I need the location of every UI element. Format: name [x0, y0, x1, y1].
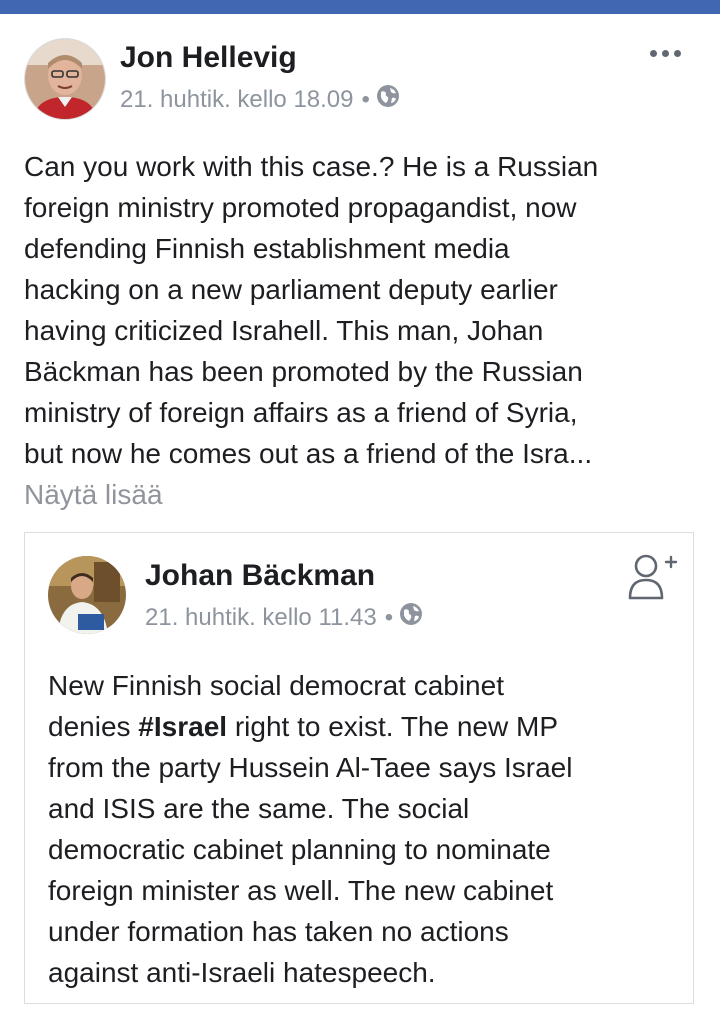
post-text-line: Can you work with this case.? He is a Ru…: [24, 151, 599, 182]
meta-separator: •: [384, 604, 394, 631]
shared-post-timestamp[interactable]: 21. huhtik. kello 11.43: [145, 603, 377, 633]
shared-author-name[interactable]: Johan Bäckman: [145, 558, 375, 594]
post-timestamp[interactable]: 21. huhtik. kello 18.09: [120, 85, 354, 115]
shared-text-line: democratic cabinet planning to nominate: [48, 834, 551, 865]
post-text-line: ministry of foreign affairs as a friend …: [24, 397, 578, 428]
shared-text-line: denies #Israel right to exist. The new M…: [48, 706, 572, 747]
globe-icon: [376, 84, 400, 116]
post-text-line: having criticized Israhell. This man, Jo…: [24, 315, 544, 346]
shared-post-meta: 21. huhtik. kello 11.43 •: [145, 602, 423, 634]
post-text-line: hacking on a new parliament deputy earli…: [24, 274, 558, 305]
post-text-line: foreign ministry promoted propagandist, …: [24, 192, 577, 223]
hashtag-link[interactable]: #Israel: [138, 711, 227, 742]
post-meta: 21. huhtik. kello 18.09 •: [120, 84, 400, 116]
meta-separator: •: [361, 86, 370, 113]
app-top-bar: [0, 0, 720, 14]
shared-text-line: against anti-Israeli hatespeech.: [48, 957, 436, 988]
globe-icon: [399, 602, 423, 634]
shared-text-line: and ISIS are the same. The social: [48, 793, 470, 824]
add-friend-icon[interactable]: [626, 552, 678, 600]
shared-text-segment: right to exist. The new MP: [227, 711, 559, 742]
shared-post-body: New Finnish social democrat cabinet deni…: [48, 665, 572, 993]
shared-author-avatar[interactable]: [48, 556, 126, 634]
see-more-link[interactable]: Näytä lisää: [24, 474, 163, 515]
post-text-line: defending Finnish establishment media: [24, 233, 510, 264]
shared-text-line: under formation has taken no actions: [48, 916, 509, 947]
more-options-icon[interactable]: [648, 44, 684, 64]
shared-text-line: New Finnish social democrat cabinet: [48, 670, 504, 701]
avatar[interactable]: [24, 38, 106, 120]
post-text-line: Bäckman has been promoted by the Russian: [24, 356, 583, 387]
shared-text-line: from the party Hussein Al-Taee says Isra…: [48, 752, 573, 783]
shared-text-line: foreign minister as well. The new cabine…: [48, 875, 554, 906]
post-body: Can you work with this case.? He is a Ru…: [24, 146, 598, 474]
shared-text-segment: denies: [48, 711, 139, 742]
post-author-name[interactable]: Jon Hellevig: [120, 40, 297, 76]
post-text-line: but now he comes out as a friend of the …: [24, 438, 593, 469]
